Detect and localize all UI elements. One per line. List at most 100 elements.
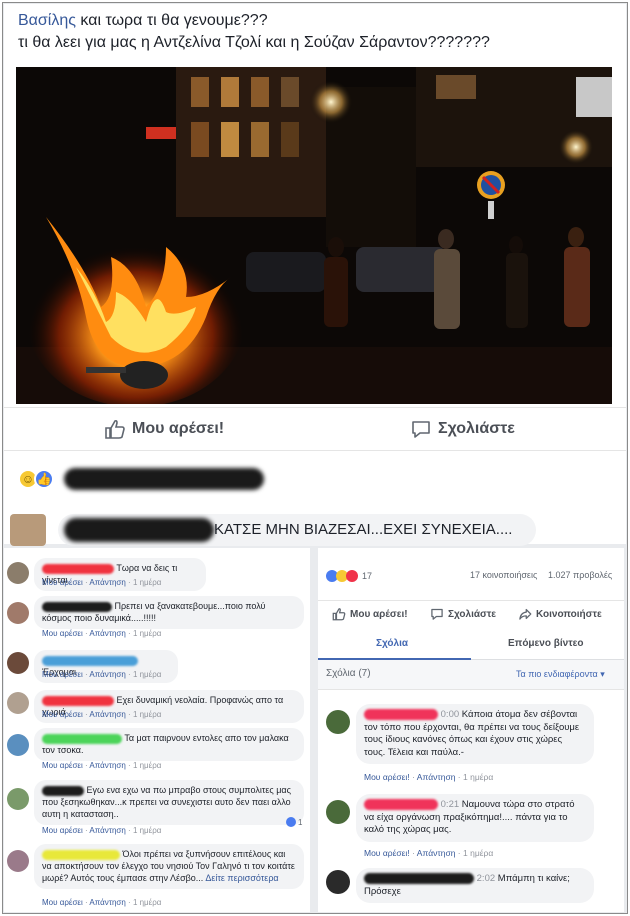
redacted-name [364,799,438,810]
comment-button[interactable]: Σχολιάστε [430,607,496,621]
comment-time[interactable]: 1 ημέρα [463,772,493,782]
avatar[interactable] [7,692,29,714]
comment-time[interactable]: 1 ημέρα [133,898,161,907]
redacted-name [364,709,438,720]
video-tabs: Σχόλια Επόμενο βίντεο [318,630,624,660]
post-action-bar: Μου αρέσει! Σχολιάστε [4,407,626,451]
post-author-link[interactable]: Βασίλης [18,12,76,29]
comment-time[interactable]: 1 ημέρα [133,670,161,679]
redacted-names [64,468,264,490]
comment-meta: Μου αρέσει · Απάντηση · 1 ημέρα [42,578,162,587]
comment-like-link[interactable]: Μου αρέσει [42,898,83,907]
like-emoji-icon [286,817,296,827]
comment-meta: Μου αρέσει · Απάντηση · 1 ημέρα [42,761,162,770]
redacted-name [42,601,112,612]
comment-bubble: 0:00 Κάποια άτομα δεν σέβονται τον τόπο … [356,704,594,765]
avatar[interactable] [7,734,29,756]
like-button[interactable]: Μου αρέσει! [332,607,408,621]
share-button[interactable]: Κοινοποιήστε [518,607,602,621]
avatar[interactable] [326,870,350,894]
avatar[interactable] [7,652,29,674]
comment-icon [431,608,443,620]
comment-time[interactable]: 1 ημέρα [133,578,161,587]
avatar[interactable] [7,788,29,810]
sort-label: Τα πιο ενδιαφέροντα [516,669,598,679]
comment-reply-link[interactable]: Απάντηση [89,670,125,679]
left-comments-panel: Τωρα να δεις τι γίνεται Μου αρέσει · Απά… [4,548,310,912]
comment-like-link[interactable]: Μου αρέσει [42,710,83,719]
tab-next-video[interactable]: Επόμενο βίντεο [508,638,584,649]
comment-label: Σχολιάστε [438,420,515,437]
comment-bubble: 2:02 Μπάμπη τι καίνε; Πρόσεχε [356,868,594,904]
comment-like-link[interactable]: Μου αρέσει! [364,772,410,782]
avatar[interactable] [7,602,29,624]
thumbs-up-icon [332,608,346,621]
comment-reply-link[interactable]: Απάντηση [89,578,125,587]
chevron-down-icon: ▾ [600,669,605,679]
video-timestamp-link[interactable]: 0:21 [441,799,460,810]
video-timestamp-link[interactable]: 2:02 [477,873,496,884]
facebook-post: Βασίλης και τωρα τι θα γενουμε??? τι θα … [4,4,626,546]
comment-time[interactable]: 1 ημέρα [463,848,493,858]
comment-reply-link[interactable]: Απάντηση [417,772,456,782]
comment-time[interactable]: 1 ημέρα [133,710,161,719]
comment-like-link[interactable]: Μου αρέσει! [364,848,410,858]
comment-bubble: Εγω ενα εχω να πω μπραβο στους συμπολιτε… [34,780,304,825]
comment-bubble: Τα ματ παιρνουν εντολες απο τον μαλακα τ… [34,728,304,761]
comment-reply-link[interactable]: Απάντηση [89,710,125,719]
comment-like-link[interactable]: Μου αρέσει [42,826,83,835]
video-timestamp-link[interactable]: 0:00 [441,709,460,720]
comment-like-link[interactable]: Μου αρέσει [42,761,83,770]
comment-reply-link[interactable]: Απάντηση [89,629,125,638]
comment-time[interactable]: 1 ημέρα [133,761,161,770]
top-comment-text: ΚΑΤΣΕ ΜΗΝ ΒΙΑΖΕΣΑΙ...ΕΧΕΙ ΣΥΝΕΧΕΙΑ.... [214,521,513,538]
commenter-avatar[interactable] [10,514,46,546]
video-reactions[interactable]: 17 [326,570,372,582]
comment-time[interactable]: 1 ημέρα [133,826,161,835]
like-button[interactable]: Μου αρέσει! [104,418,224,440]
comment-meta: Μου αρέσει · Απάντηση · 1 ημέρα [42,898,162,907]
see-more-link[interactable]: Δείτε περισσότερα [205,873,278,883]
sort-dropdown[interactable]: Τα πιο ενδιαφέροντα ▾ [516,669,605,680]
views-count: 1.027 προβολές [548,570,613,580]
comment-reply-link[interactable]: Απάντηση [417,848,456,858]
comment-meta: Μου αρέσει! · Απάντηση · 1 ημέρα [364,772,494,782]
avatar[interactable] [7,562,29,584]
comment-meta: Μου αρέσει · Απάντηση · 1 ημέρα [42,710,162,719]
post-line2: τι θα λεει για μας η Αντζελίνα Τζολί και… [18,34,490,51]
comment-reply-link[interactable]: Απάντηση [89,761,125,770]
like-label: Μου αρέσει! [132,420,225,437]
top-comment: ΚΑΤΣΕ ΜΗΝ ΒΙΑΖΕΣΑΙ...ΕΧΕΙ ΣΥΝΕΧΕΙΑ.... [4,512,624,546]
comment-like-link[interactable]: Μου αρέσει [42,670,83,679]
like-label: Μου αρέσει! [350,608,408,620]
avatar[interactable] [7,850,29,872]
comment-like-link[interactable]: Μου αρέσει [42,629,83,638]
comment-bubble: Πρεπει να ξανακατεβουμε...ποιο πολύ κόσμ… [34,596,304,629]
comments-count: Σχόλια (7) [326,668,371,679]
comment-like-link[interactable]: Μου αρέσει [42,578,83,587]
comment-label: Σχολιάστε [448,608,497,620]
comment-meta: Μου αρέσει! · Απάντηση · 1 ημέρα [364,848,494,858]
thumbs-up-icon [105,419,125,439]
comment-meta: Μου αρέσει · Απάντηση · 1 ημέρα [42,629,162,638]
comment-icon [412,421,430,438]
comments-sort-row: Σχόλια (7) Τα πιο ενδιαφέροντα ▾ [318,660,624,690]
comment-reply-link[interactable]: Απάντηση [89,826,125,835]
avatar[interactable] [326,800,350,824]
post-line1: και τωρα τι θα γενουμε??? [75,12,268,29]
comment-reactions[interactable]: 1 [286,817,302,827]
share-label: Κοινοποιήστε [536,608,602,620]
redacted-name [42,655,138,666]
tab-comments[interactable]: Σχόλια [376,638,408,649]
comment-button[interactable]: Σχολιάστε [410,418,515,440]
shares-count[interactable]: 17 κοινοποιήσεις [470,570,537,580]
redacted-name [42,849,120,860]
post-reactions[interactable]: ☺ 👍 [18,466,264,492]
reaction-count: 17 [362,571,373,581]
share-icon [519,608,532,620]
comment-reply-link[interactable]: Απάντηση [89,898,125,907]
post-photo[interactable] [16,67,612,404]
comment-time[interactable]: 1 ημέρα [133,629,161,638]
avatar[interactable] [326,710,350,734]
love-emoji-icon [346,570,358,582]
